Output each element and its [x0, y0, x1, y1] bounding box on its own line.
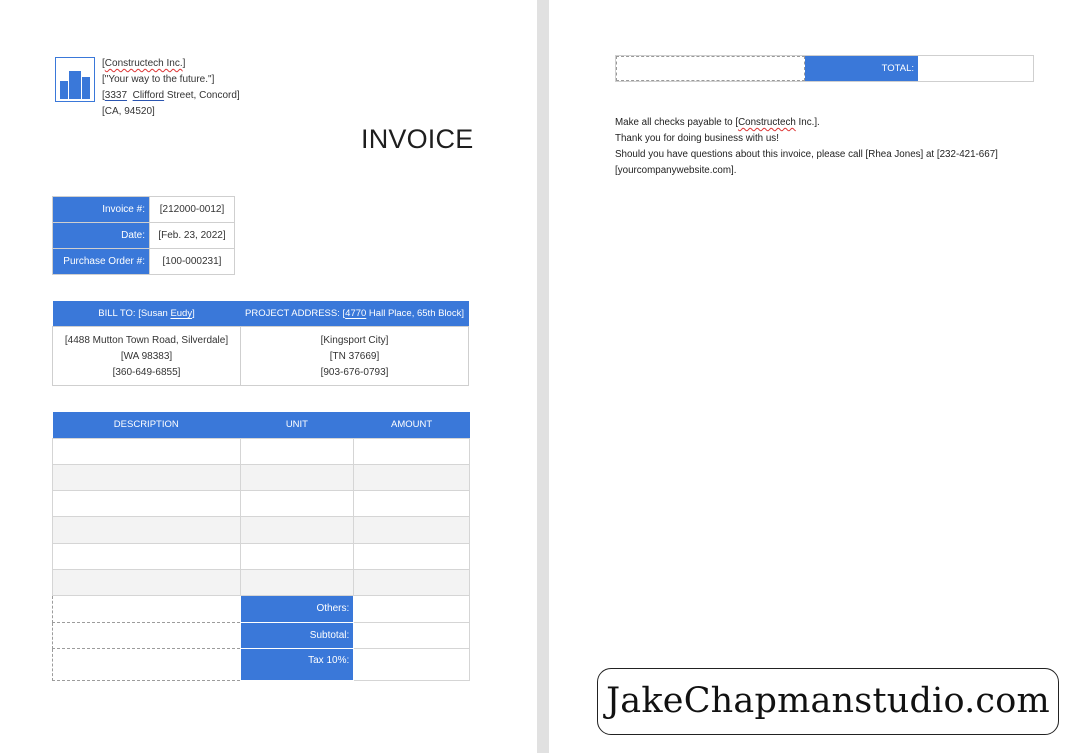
invoice-notes: Make all checks payable to [Constructech… — [615, 115, 998, 179]
company-city-line: [CA, 94520] — [102, 106, 155, 117]
unit-cell[interactable] — [239, 516, 355, 544]
invoice-page-2: TOTAL: Make all checks payable to [Const… — [549, 0, 1077, 753]
company-logo — [55, 57, 95, 102]
project-header-suffix: Hall Place, 65th Block] — [366, 307, 464, 319]
table-row — [52, 437, 470, 465]
purchase-order-label: Purchase Order #: — [52, 248, 150, 275]
bill-to-phone: [360-649-6855] — [112, 366, 181, 378]
unit-cell[interactable] — [239, 568, 355, 597]
total-row: TOTAL: — [615, 55, 1034, 82]
amount-cell[interactable] — [353, 490, 470, 518]
company-info: [Constructech Inc.] ["Your way to the fu… — [102, 56, 240, 120]
company-street-name: Clifford — [132, 90, 165, 101]
project-header-prefix: PROJECT ADDRESS: [ — [245, 307, 346, 319]
bill-to-header-prefix: BILL TO: [Susan — [98, 307, 171, 319]
company-street-line: [3337 Clifford Street, Concord] — [102, 90, 240, 101]
tax-label: Tax 10%: — [239, 647, 355, 681]
tax-spacer — [52, 647, 241, 681]
description-header: DESCRIPTION — [52, 412, 241, 438]
watermark-label: JakeChapmanstudio.com — [597, 668, 1059, 735]
thanks-note: Thank you for doing business with us! — [615, 133, 779, 144]
description-cell[interactable] — [52, 490, 241, 518]
checks-note: Make all checks payable to [Constructech… — [615, 115, 998, 131]
meta-row-invoice: Invoice #: [212000-0012] — [52, 196, 235, 223]
bill-to-header: BILL TO: [Susan Eudy] — [52, 301, 241, 326]
bill-to-address[interactable]: [4488 Mutton Town Road, Silverdale] [WA … — [52, 325, 241, 386]
subtotal-row: Subtotal: — [52, 621, 470, 649]
others-row: Others: — [52, 595, 470, 623]
unit-cell[interactable] — [239, 490, 355, 518]
page-gap — [537, 0, 549, 753]
subtotal-label: Subtotal: — [239, 621, 355, 649]
unit-cell[interactable] — [239, 437, 355, 465]
company-street-suffix: Street, Concord — [166, 90, 237, 101]
unit-cell[interactable] — [239, 542, 355, 570]
subtotal-amount[interactable] — [353, 621, 470, 649]
description-cell[interactable] — [52, 437, 241, 465]
total-spacer — [616, 56, 805, 81]
checks-suffix: Inc.]. — [795, 117, 820, 128]
description-cell[interactable] — [52, 542, 241, 570]
invoice-number-value[interactable]: [212000-0012] — [149, 196, 235, 223]
project-city: [Kingsport City] — [320, 334, 389, 346]
bill-to-header-suffix: ] — [192, 307, 195, 319]
table-row — [52, 490, 470, 518]
line-items-table: DESCRIPTION UNIT AMOUNT Others: Subtotal… — [52, 412, 470, 681]
company-name-line: [Constructech Inc.] — [102, 58, 186, 69]
unit-header: UNIT — [240, 412, 354, 438]
bill-to-table: BILL TO: [Susan Eudy] PROJECT ADDRESS: [… — [52, 301, 469, 386]
total-label: TOTAL: — [805, 56, 918, 81]
project-phone: [903-676-0793] — [320, 366, 389, 378]
others-label: Others: — [239, 595, 355, 623]
company-tagline: "Your way to the future." — [104, 74, 212, 85]
invoice-meta-table: Invoice #: [212000-0012] Date: [Feb. 23,… — [52, 196, 235, 275]
bill-to-header-name: Eudy — [170, 307, 193, 319]
building-icon — [60, 71, 90, 99]
amount-cell[interactable] — [353, 542, 470, 570]
company-street-number: 3337 — [104, 90, 128, 101]
subtotal-spacer — [52, 621, 241, 649]
table-row — [52, 568, 470, 597]
unit-cell[interactable] — [239, 463, 355, 492]
description-cell[interactable] — [52, 516, 241, 544]
invoice-number-label: Invoice #: — [52, 196, 150, 223]
questions-note: Should you have questions about this inv… — [615, 149, 998, 160]
date-value[interactable]: [Feb. 23, 2022] — [149, 222, 235, 249]
amount-cell[interactable] — [353, 516, 470, 544]
project-address[interactable]: [Kingsport City] [TN 37669] [903-676-079… — [240, 325, 469, 386]
project-state-zip: [TN 37669] — [329, 350, 380, 362]
tax-amount[interactable] — [353, 647, 470, 681]
others-amount[interactable] — [353, 595, 470, 623]
bill-to-street: [4488 Mutton Town Road, Silverdale] — [64, 334, 229, 346]
checks-company: Constructech — [738, 117, 796, 128]
table-row — [52, 463, 470, 492]
others-spacer — [52, 595, 241, 623]
project-address-header: PROJECT ADDRESS: [4770 Hall Place, 65th … — [240, 301, 469, 326]
amount-cell[interactable] — [353, 568, 470, 597]
invoice-title: INVOICE — [361, 124, 474, 154]
purchase-order-value[interactable]: [100-000231] — [149, 248, 235, 275]
amount-header: AMOUNT — [353, 412, 470, 438]
bill-header-row: BILL TO: [Susan Eudy] PROJECT ADDRESS: [… — [52, 301, 469, 326]
checks-prefix: Make all checks payable to [ — [615, 117, 739, 128]
company-tagline-line: ["Your way to the future."] — [102, 74, 215, 85]
items-header-row: DESCRIPTION UNIT AMOUNT — [52, 412, 470, 438]
table-row — [52, 542, 470, 570]
description-cell[interactable] — [52, 463, 241, 492]
invoice-page-1: [Constructech Inc.] ["Your way to the fu… — [0, 0, 537, 753]
meta-row-date: Date: [Feb. 23, 2022] — [52, 222, 235, 249]
tax-row: Tax 10%: — [52, 647, 470, 681]
date-label: Date: — [52, 222, 150, 249]
company-name: Constructech Inc. — [104, 58, 183, 69]
table-row — [52, 516, 470, 544]
project-header-number: 4770 — [345, 307, 367, 319]
company-city-zip: CA, 94520 — [104, 106, 153, 117]
bill-body-row: [4488 Mutton Town Road, Silverdale] [WA … — [52, 325, 469, 386]
amount-cell[interactable] — [353, 463, 470, 492]
website-note: [yourcompanywebsite.com]. — [615, 165, 737, 176]
bill-to-state-zip: [WA 98383] — [120, 350, 173, 362]
meta-row-po: Purchase Order #: [100-000231] — [52, 248, 235, 275]
description-cell[interactable] — [52, 568, 241, 597]
amount-cell[interactable] — [353, 437, 470, 465]
